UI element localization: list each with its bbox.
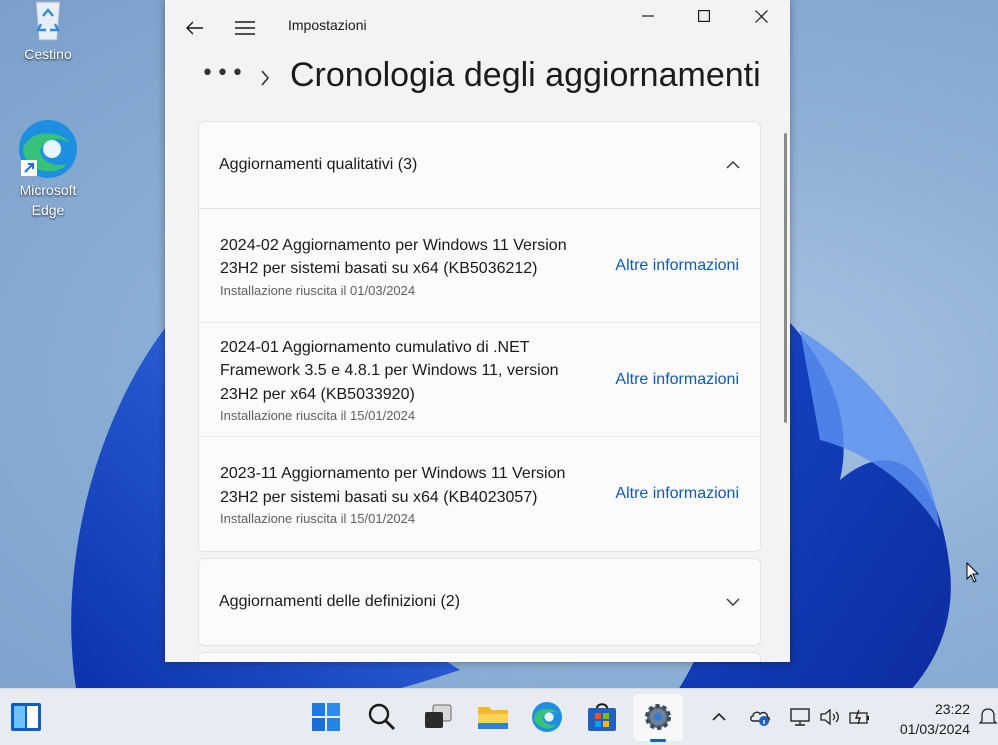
clock-date: 01/03/2024 — [899, 721, 970, 737]
desktop-icon-recycle-bin[interactable]: Cestino — [8, 0, 88, 64]
more-info-link[interactable]: Altre informazioni — [615, 485, 739, 503]
maximize-icon — [698, 10, 710, 22]
chevron-right-icon — [261, 70, 270, 86]
app-title: Impostazioni — [288, 17, 367, 33]
chevron-down-icon — [726, 598, 740, 606]
quality-updates-list: 2024-02 Aggiornamento per Windows 11 Ver… — [199, 208, 760, 551]
update-status: Installazione riuscita il 15/01/2024 — [220, 511, 416, 526]
edge-taskbar-button[interactable] — [529, 699, 565, 735]
chevron-up-icon — [712, 713, 726, 721]
navigation-menu-button[interactable] — [229, 14, 261, 42]
quality-updates-header[interactable]: Aggiornamenti qualitativi (3) — [199, 122, 760, 208]
notification-bell-icon — [979, 708, 997, 724]
update-text: 2024-02 Aggiornamento per Windows 11 Ver… — [220, 234, 580, 298]
definition-updates-header[interactable]: Aggiornamenti delle definizioni (2) — [199, 559, 760, 645]
desktop-icon-edge[interactable]: Microsoft Edge — [8, 118, 88, 220]
cloud-info-icon — [750, 711, 770, 726]
desktop-icon-label: Microsoft Edge — [19, 182, 77, 218]
scrollbar[interactable] — [784, 133, 787, 423]
search-button[interactable] — [364, 699, 400, 735]
close-button[interactable] — [738, 0, 784, 32]
store-icon — [588, 703, 616, 731]
minimize-button[interactable] — [625, 0, 671, 32]
widgets-icon — [11, 703, 41, 731]
update-status: Installazione riuscita il 01/03/2024 — [220, 282, 416, 298]
close-icon — [754, 9, 768, 23]
show-hidden-icons-button[interactable] — [710, 706, 728, 728]
task-view-button[interactable] — [420, 699, 456, 735]
clock[interactable]: 23:22 01/03/2024 — [880, 699, 970, 739]
hamburger-menu-icon — [235, 21, 255, 35]
widgets-button[interactable] — [8, 699, 44, 735]
definition-updates-section: Aggiornamenti delle definizioni (2) — [198, 558, 761, 646]
more-info-link[interactable]: Altre informazioni — [615, 371, 739, 389]
breadcrumb: ••• Cronologia degli aggiornamenti — [165, 56, 790, 100]
folder-icon — [478, 707, 508, 729]
back-arrow-icon — [186, 21, 203, 35]
update-title: 2024-01 Aggiornamento cumulativo di .NET… — [220, 338, 559, 403]
store-button[interactable] — [584, 699, 620, 735]
task-view-icon — [425, 704, 452, 728]
speaker-icon — [820, 708, 839, 726]
chevron-up-icon — [726, 161, 740, 169]
notifications-button[interactable] — [978, 706, 998, 728]
settings-window: Impostazioni ••• Cronologia degli aggior… — [165, 0, 790, 662]
network-tray-button[interactable] — [788, 706, 812, 728]
quality-updates-title: Aggiornamenti qualitativi (3) — [219, 156, 418, 173]
clock-time: 23:22 — [934, 701, 970, 717]
volume-tray-button[interactable] — [818, 706, 842, 728]
mouse-cursor-icon — [966, 562, 980, 583]
update-history-content: Aggiornamenti qualitativi (3) 2024-02 Ag… — [198, 121, 761, 662]
battery-charging-icon — [849, 709, 869, 725]
taskbar: 23:22 01/03/2024 — [0, 688, 998, 745]
update-item: 2024-02 Aggiornamento per Windows 11 Ver… — [199, 209, 760, 323]
start-button[interactable] — [308, 699, 344, 735]
windows-logo-icon — [312, 703, 340, 731]
recycle-bin-icon — [35, 1, 61, 41]
maximize-button[interactable] — [681, 0, 727, 32]
page-title: Cronologia degli aggiornamenti — [290, 56, 761, 94]
minimize-icon — [642, 15, 654, 17]
next-updates-section — [198, 652, 761, 662]
edge-icon — [532, 702, 562, 732]
file-explorer-button[interactable] — [475, 699, 511, 735]
desktop-icon-label: Cestino — [24, 46, 72, 62]
breadcrumb-overflow-button[interactable]: ••• — [201, 61, 246, 86]
back-button[interactable] — [179, 14, 211, 42]
search-icon — [368, 703, 395, 730]
update-title: 2024-02 Aggiornamento per Windows 11 Ver… — [220, 236, 567, 278]
update-status: Installazione riuscita il 15/01/2024 — [220, 408, 416, 424]
definition-updates-title: Aggiornamenti delle definizioni (2) — [219, 593, 461, 610]
onedrive-tray-button[interactable] — [748, 706, 772, 728]
network-icon — [790, 708, 810, 726]
update-text: 2023-11 Aggiornamento per Windows 11 Ver… — [220, 462, 580, 526]
battery-tray-button[interactable] — [848, 706, 872, 728]
update-item: 2023-11 Aggiornamento per Windows 11 Ver… — [199, 437, 760, 551]
gear-icon — [645, 704, 671, 730]
settings-taskbar-button[interactable] — [640, 699, 676, 735]
active-app-indicator — [650, 739, 666, 742]
update-item: 2024-01 Aggiornamento cumulativo di .NET… — [199, 323, 760, 437]
edge-icon — [19, 120, 77, 178]
quality-updates-section: Aggiornamenti qualitativi (3) 2024-02 Ag… — [198, 121, 761, 552]
update-text: 2024-01 Aggiornamento cumulativo di .NET… — [220, 336, 580, 424]
update-title: 2023-11 Aggiornamento per Windows 11 Ver… — [220, 465, 566, 506]
title-bar: Impostazioni — [165, 0, 790, 56]
more-info-link[interactable]: Altre informazioni — [615, 257, 739, 275]
